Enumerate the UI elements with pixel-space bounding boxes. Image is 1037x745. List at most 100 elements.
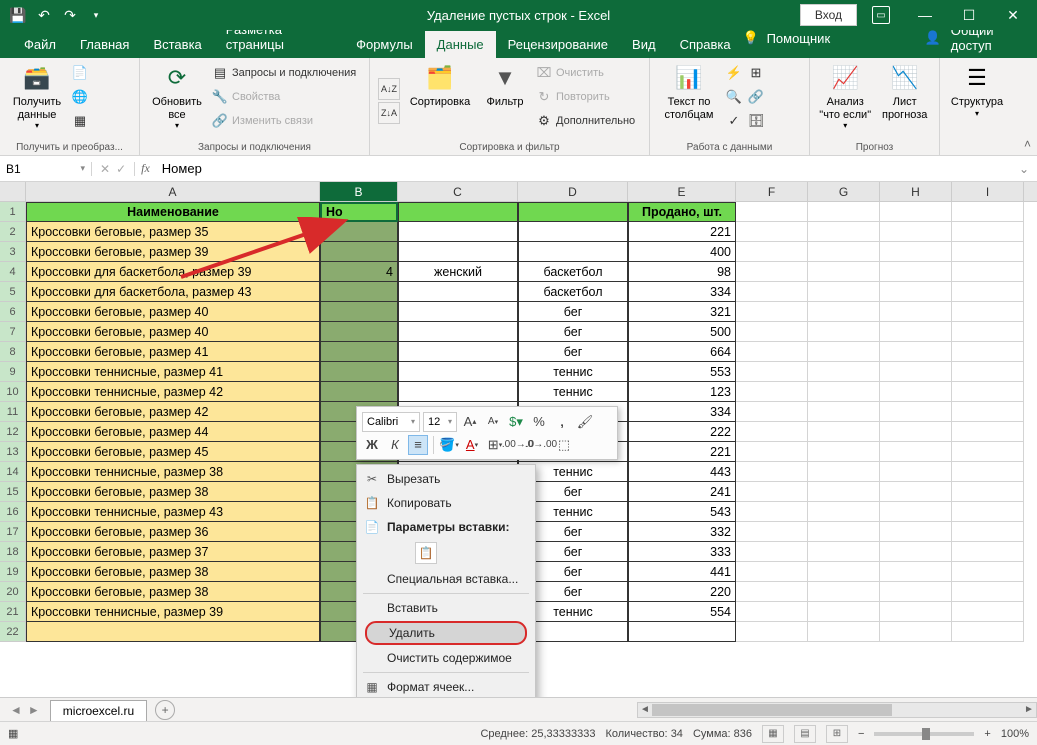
cell[interactable]: 554 xyxy=(628,602,736,622)
cell[interactable]: 98 xyxy=(628,262,736,282)
refresh-all-button[interactable]: ⟳ Обновить все▾ xyxy=(148,62,206,140)
sheet-nav-prev-icon[interactable]: ◄ xyxy=(10,703,22,717)
fx-icon[interactable]: fx xyxy=(135,161,156,176)
cell[interactable]: баскетбол xyxy=(518,262,628,282)
cell[interactable]: 220 xyxy=(628,582,736,602)
select-all-corner[interactable] xyxy=(0,182,26,201)
paste-option-icon[interactable]: 📋 xyxy=(415,542,437,564)
row-header[interactable]: 10 xyxy=(0,382,26,402)
cell[interactable]: 500 xyxy=(628,322,736,342)
consolidate-button[interactable]: ⊞ xyxy=(748,62,764,84)
filter-button[interactable]: ▼ Фильтр xyxy=(480,62,530,140)
queries-button[interactable]: ▤Запросы и подключения xyxy=(212,62,356,84)
forecast-button[interactable]: 📉 Лист прогноза xyxy=(878,62,931,140)
row-header[interactable]: 1 xyxy=(0,202,26,222)
accept-formula-icon[interactable]: ✓ xyxy=(116,162,126,176)
cell[interactable]: 443 xyxy=(628,462,736,482)
cell[interactable] xyxy=(320,282,398,302)
cell[interactable] xyxy=(398,382,518,402)
zoom-in-icon[interactable]: + xyxy=(984,728,990,740)
text-to-columns-button[interactable]: 📊 Текст по столбцам xyxy=(658,62,720,140)
scroll-left-icon[interactable]: ◄ xyxy=(638,703,652,717)
cell[interactable]: 333 xyxy=(628,542,736,562)
ctx-copy[interactable]: 📋Копировать xyxy=(359,491,533,515)
row-header[interactable]: 15 xyxy=(0,482,26,502)
cell[interactable]: Кроссовки беговые, размер 39 xyxy=(26,242,320,262)
row-header[interactable]: 14 xyxy=(0,462,26,482)
cell[interactable] xyxy=(518,242,628,262)
cell[interactable]: Кроссовки беговые, размер 38 xyxy=(26,582,320,602)
from-table-button[interactable]: ▦ xyxy=(72,110,88,132)
cell[interactable] xyxy=(320,322,398,342)
cell[interactable]: бег xyxy=(518,342,628,362)
row-header[interactable]: 12 xyxy=(0,422,26,442)
collapse-ribbon-icon[interactable]: ˄ xyxy=(1024,137,1031,151)
col-header-A[interactable]: A xyxy=(26,182,320,201)
cell[interactable]: 334 xyxy=(628,282,736,302)
name-box[interactable]: B1▾ xyxy=(0,162,92,176)
ctx-paste-special[interactable]: Специальная вставка... xyxy=(359,567,533,591)
cell[interactable]: 553 xyxy=(628,362,736,382)
font-size-dropdown[interactable]: 12▾ xyxy=(423,412,457,432)
tab-home[interactable]: Главная xyxy=(68,31,141,58)
header-cell[interactable]: Но xyxy=(320,202,398,222)
remove-dup-button[interactable]: 🔍 xyxy=(726,86,742,108)
cell[interactable] xyxy=(320,242,398,262)
cell[interactable]: 241 xyxy=(628,482,736,502)
cell[interactable]: бег xyxy=(518,302,628,322)
formula-input[interactable]: Номер xyxy=(156,161,1011,176)
row-header[interactable]: 9 xyxy=(0,362,26,382)
zoom-level[interactable]: 100% xyxy=(1001,728,1029,740)
col-header-B[interactable]: B xyxy=(320,182,398,201)
data-model-button[interactable]: 🗄 xyxy=(748,110,764,132)
row-header[interactable]: 4 xyxy=(0,262,26,282)
sort-button[interactable]: 🗂️ Сортировка xyxy=(406,62,474,140)
header-cell[interactable]: Наименование xyxy=(26,202,320,222)
cell[interactable] xyxy=(398,282,518,302)
format-painter-icon[interactable]: 🖌 xyxy=(575,412,595,432)
cell[interactable]: Кроссовки беговые, размер 40 xyxy=(26,322,320,342)
redo-icon[interactable]: ↷ xyxy=(58,3,82,27)
percent-format-icon[interactable]: % xyxy=(529,412,549,432)
cell[interactable]: Кроссовки беговые, размер 36 xyxy=(26,522,320,542)
col-header-H[interactable]: H xyxy=(880,182,952,201)
cell[interactable]: Кроссовки беговые, размер 35 xyxy=(26,222,320,242)
data-validation-button[interactable]: ✓ xyxy=(726,110,742,132)
cell[interactable]: теннис xyxy=(518,382,628,402)
tab-data[interactable]: Данные xyxy=(425,31,496,58)
cell[interactable]: 321 xyxy=(628,302,736,322)
whatif-button[interactable]: 📈 Анализ "что если"▾ xyxy=(818,62,872,140)
row-header[interactable]: 19 xyxy=(0,562,26,582)
row-header[interactable]: 6 xyxy=(0,302,26,322)
cell[interactable]: 543 xyxy=(628,502,736,522)
cell[interactable] xyxy=(398,342,518,362)
from-web-button[interactable]: 🌐 xyxy=(72,86,88,108)
cell[interactable]: 332 xyxy=(628,522,736,542)
zoom-slider[interactable] xyxy=(874,732,974,736)
bold-icon[interactable]: Ж xyxy=(362,435,382,455)
col-header-G[interactable]: G xyxy=(808,182,880,201)
row-header[interactable]: 2 xyxy=(0,222,26,242)
cell[interactable]: 221 xyxy=(628,442,736,462)
col-header-E[interactable]: E xyxy=(628,182,736,201)
cell[interactable]: баскетбол xyxy=(518,282,628,302)
cell[interactable]: Кроссовки для баскетбола, размер 43 xyxy=(26,282,320,302)
tab-formulas[interactable]: Формулы xyxy=(344,31,425,58)
header-cell[interactable] xyxy=(398,202,518,222)
scroll-right-icon[interactable]: ► xyxy=(1022,703,1036,717)
cell[interactable] xyxy=(320,222,398,242)
cell[interactable] xyxy=(518,222,628,242)
col-header-D[interactable]: D xyxy=(518,182,628,201)
center-align-icon[interactable]: ≡ xyxy=(408,435,428,455)
cell[interactable] xyxy=(320,302,398,322)
fill-color-icon[interactable]: 🪣▾ xyxy=(439,435,459,455)
row-header[interactable]: 3 xyxy=(0,242,26,262)
tab-insert[interactable]: Вставка xyxy=(141,31,213,58)
cell[interactable]: 4 xyxy=(320,262,398,282)
header-cell[interactable]: Продано, шт. xyxy=(628,202,736,222)
add-sheet-button[interactable]: + xyxy=(155,700,175,720)
cell[interactable]: Кроссовки теннисные, размер 42 xyxy=(26,382,320,402)
ctx-clear[interactable]: Очистить содержимое xyxy=(359,646,533,670)
tellme-label[interactable]: Помощник xyxy=(767,31,831,46)
view-normal-icon[interactable]: ▦ xyxy=(762,725,784,743)
